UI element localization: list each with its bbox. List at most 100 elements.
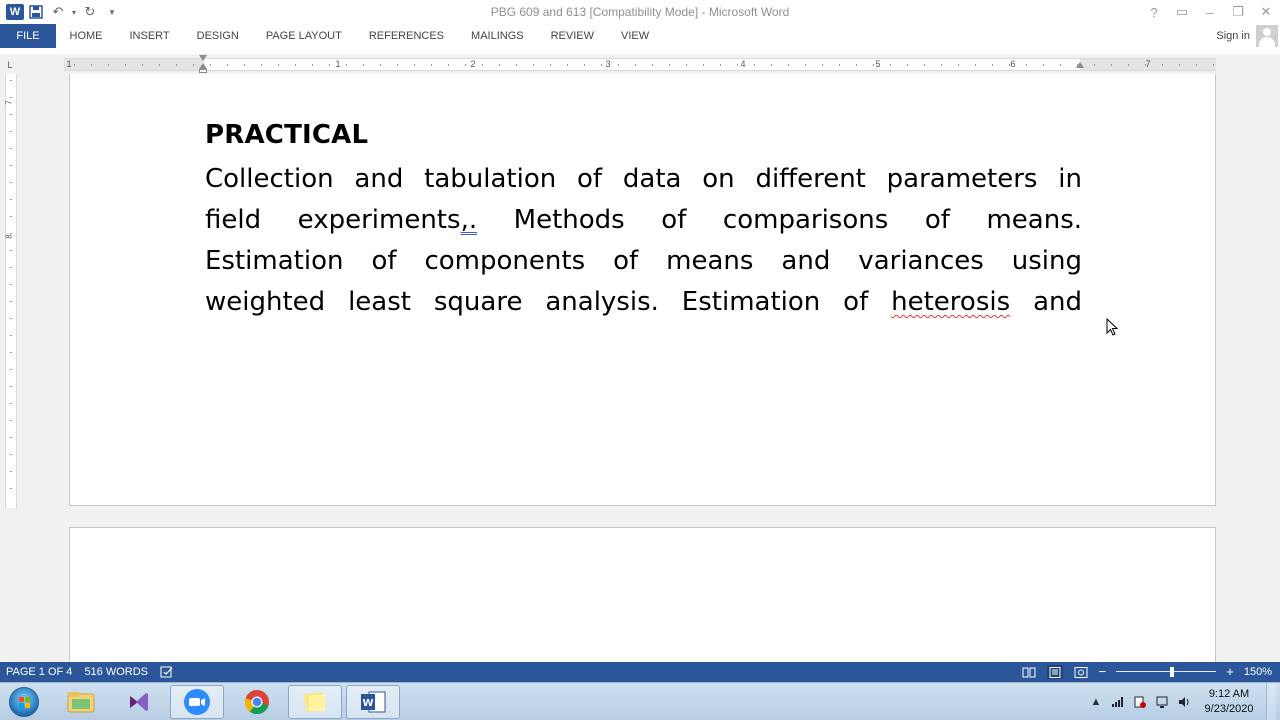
zoom-level[interactable]: 150%	[1244, 666, 1272, 678]
ruler-tick	[482, 64, 483, 66]
ruler-left-margin	[64, 59, 204, 70]
save-icon[interactable]	[26, 2, 46, 22]
ribbon-display-options-icon[interactable]: ▭	[1168, 0, 1196, 24]
clock-date: 9/23/2020	[1204, 703, 1254, 715]
print-layout-icon[interactable]	[1046, 665, 1063, 679]
tab-page-layout[interactable]: PAGE LAYOUT	[252, 24, 355, 48]
grammar-flagged-text[interactable]: ,.	[461, 205, 478, 235]
ruler-tick	[278, 64, 279, 66]
ruler-tick	[873, 64, 874, 66]
word-app-icon[interactable]: W	[6, 4, 24, 20]
ruler-tick	[924, 64, 925, 66]
horizontal-ruler[interactable]: 1 1 2 3 4 5 6 7	[64, 58, 1216, 71]
taskbar-visual-studio[interactable]	[112, 685, 166, 719]
document-canvas[interactable]: 7 8 PRACTICAL Collection and tabulation …	[0, 74, 1280, 662]
ruler-tick	[108, 64, 109, 66]
sign-in[interactable]: Sign in	[1216, 24, 1280, 48]
tab-review[interactable]: REVIEW	[537, 24, 607, 48]
zoom-in-icon[interactable]: +	[1226, 665, 1234, 679]
ruler-tick	[10, 131, 12, 132]
paragraph-line[interactable]: weighted least square analysis. Estimati…	[205, 282, 1082, 323]
taskbar-word[interactable]: W	[346, 685, 400, 719]
body-paragraph[interactable]: Collection and tabulation of data on dif…	[205, 159, 1082, 323]
tab-references[interactable]: REFERENCES	[355, 24, 457, 48]
line-text: Collection and tabulation of data on dif…	[205, 164, 1082, 194]
ruler-number: 4	[740, 59, 746, 69]
word-count[interactable]: 516 WORDS	[78, 662, 154, 682]
taskbar-file-explorer[interactable]	[54, 685, 108, 719]
restore-icon[interactable]: ❐	[1224, 0, 1252, 24]
ruler-tick	[295, 64, 296, 66]
customize-toolbar-icon[interactable]: ▾	[102, 2, 122, 22]
zoom-out-icon[interactable]: −	[1099, 665, 1107, 679]
tab-file[interactable]: FILE	[0, 24, 56, 48]
first-line-indent-marker[interactable]	[199, 55, 207, 61]
tab-design[interactable]: DESIGN	[183, 24, 252, 48]
tab-mailings[interactable]: MAILINGS	[458, 24, 538, 48]
ruler-tick	[1094, 64, 1095, 66]
ruler-tick	[142, 64, 143, 66]
zoom-slider[interactable]	[1116, 665, 1217, 679]
right-indent-marker[interactable]	[1076, 62, 1084, 68]
paragraph-line[interactable]: Collection and tabulation of data on dif…	[205, 159, 1082, 200]
page[interactable]	[69, 527, 1216, 662]
read-mode-icon[interactable]	[1021, 665, 1037, 679]
clock[interactable]: 9:12 AM 9/23/2020	[1198, 687, 1260, 717]
ruler-tick	[10, 148, 12, 149]
ruler-tick	[10, 352, 12, 353]
volume-icon[interactable]	[1176, 694, 1192, 710]
ruler-tick	[10, 182, 12, 183]
ruler-number: 6	[1010, 59, 1016, 69]
ruler-tick	[210, 64, 211, 66]
undo-icon[interactable]: ↶	[48, 2, 68, 22]
tab-home[interactable]: HOME	[56, 24, 116, 48]
sign-in-label[interactable]: Sign in	[1216, 30, 1250, 42]
tab-insert[interactable]: INSERT	[116, 24, 183, 48]
ruler-tick	[1213, 64, 1214, 66]
signal-icon[interactable]	[1110, 694, 1126, 710]
ruler-tick	[10, 165, 12, 166]
zoom-thumb[interactable]	[1170, 667, 1175, 677]
action-center-icon[interactable]	[1132, 694, 1148, 710]
ruler-tick	[91, 64, 92, 66]
taskbar-chrome[interactable]	[230, 685, 284, 719]
tab-view[interactable]: VIEW	[608, 24, 663, 48]
left-indent-marker[interactable]	[199, 69, 207, 73]
ruler-tick	[1179, 64, 1180, 66]
misspelled-word[interactable]: heterosis	[891, 287, 1010, 317]
paragraph-line[interactable]: Estimation of components of means and va…	[205, 241, 1082, 282]
network-icon[interactable]	[1154, 694, 1170, 710]
page[interactable]: PRACTICAL Collection and tabulation of d…	[69, 74, 1216, 506]
ruler-tick	[193, 64, 194, 66]
redo-icon[interactable]: ↻	[80, 2, 100, 22]
help-icon[interactable]: ?	[1140, 0, 1168, 24]
window-controls: ? ▭ – ❐ ✕	[1140, 0, 1280, 24]
taskbar-sticky-notes[interactable]	[288, 685, 342, 719]
undo-dropdown-icon[interactable]: ▾	[70, 2, 78, 22]
ruler-tick	[771, 64, 772, 66]
tab-selector[interactable]: L	[4, 59, 16, 71]
line-text: Methods of comparisons of means.	[477, 205, 1083, 235]
avatar[interactable]	[1256, 25, 1278, 47]
page-count[interactable]: PAGE 1 OF 4	[0, 662, 78, 682]
web-layout-icon[interactable]	[1073, 665, 1089, 679]
minimize-icon[interactable]: –	[1196, 0, 1224, 24]
ribbon-tabs: FILE HOME INSERT DESIGN PAGE LAYOUT REFE…	[0, 24, 1280, 48]
ruler-tick	[601, 64, 602, 66]
ruler-tick	[159, 64, 160, 66]
show-hidden-icons-icon[interactable]: ▲	[1088, 694, 1104, 710]
show-desktop-button[interactable]	[1266, 683, 1276, 720]
close-icon[interactable]: ✕	[1252, 0, 1280, 24]
ruler-tick	[754, 64, 755, 66]
proofing-icon[interactable]	[154, 662, 180, 682]
ruler-tick	[10, 250, 12, 251]
taskbar-zoom[interactable]	[170, 685, 224, 719]
start-button[interactable]	[4, 685, 44, 719]
ruler-tick	[720, 64, 721, 66]
ruler-tick	[125, 64, 126, 66]
ruler-tick	[414, 64, 415, 66]
practical-heading[interactable]: PRACTICAL	[205, 120, 368, 150]
vertical-ruler[interactable]: 7 8	[5, 74, 17, 508]
paragraph-line[interactable]: field experiments,. Methods of compariso…	[205, 200, 1082, 241]
ruler-tick	[244, 64, 245, 66]
